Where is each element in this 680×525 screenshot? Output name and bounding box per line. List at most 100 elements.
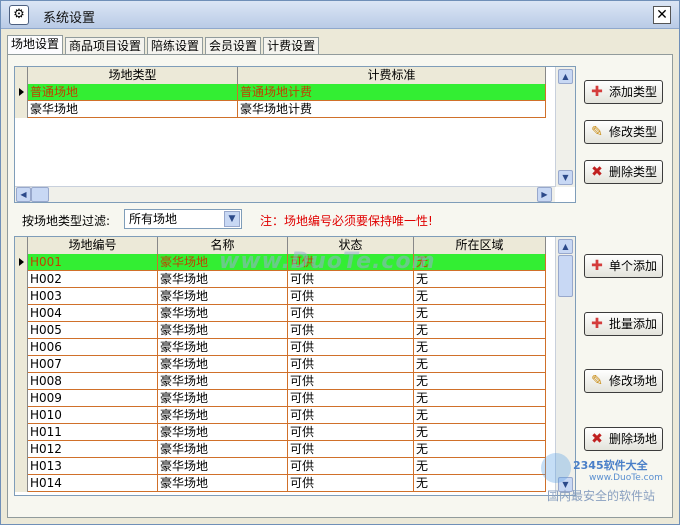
type-filter-select[interactable]: 所有场地 ▼ [124, 209, 242, 229]
venue-area-cell[interactable]: 无 [414, 356, 546, 373]
venue-id-cell[interactable]: H012 [28, 441, 158, 458]
venue-name-cell[interactable]: 豪华场地 [158, 390, 288, 407]
horizontal-scrollbar[interactable]: ◀ ▶ [15, 186, 555, 202]
venue-status-cell[interactable]: 可供 [288, 441, 414, 458]
tab-coach-settings[interactable]: 陪练设置 [147, 37, 204, 55]
venue-area-cell[interactable]: 无 [414, 373, 546, 390]
table-row[interactable]: H005 豪华场地 可供无 [15, 322, 546, 339]
tab-venue-settings[interactable]: 场地设置 [7, 35, 64, 55]
table-row[interactable]: 豪华场地 豪华场地计费 [15, 101, 546, 118]
scroll-up-icon[interactable]: ▲ [558, 69, 573, 84]
venue-area-cell[interactable]: 无 [414, 441, 546, 458]
venue-status-cell[interactable]: 可供 [288, 305, 414, 322]
venue-area-cell[interactable]: 无 [414, 322, 546, 339]
venue-name-cell[interactable]: 豪华场地 [158, 305, 288, 322]
table-row[interactable]: H004 豪华场地 可供无 [15, 305, 546, 322]
type-filter-label: 按场地类型过滤: [22, 214, 111, 228]
venue-id-cell[interactable]: H003 [28, 288, 158, 305]
table-row[interactable]: H011 豪华场地 可供无 [15, 424, 546, 441]
venue-status-cell[interactable]: 可供 [288, 339, 414, 356]
edit-venue-label: 修改场地 [609, 374, 658, 388]
venue-id-cell[interactable]: H009 [28, 390, 158, 407]
venue-area-cell[interactable]: 无 [414, 288, 546, 305]
edit-venue-button[interactable]: ✎ 修改场地 [584, 369, 663, 393]
venue-area-cell[interactable]: 无 [414, 407, 546, 424]
venue-name-cell[interactable]: 豪华场地 [158, 407, 288, 424]
venue-id-cell[interactable]: H001 [28, 254, 158, 271]
venue-type-grid[interactable]: 场地类型 计费标准 普通场地 普通场地计费 豪华场地 豪华场地计费 ▲ ▼ ◀ … [14, 66, 576, 203]
venue-id-cell[interactable]: H013 [28, 458, 158, 475]
billing-standard-cell[interactable]: 普通场地计费 [238, 84, 546, 101]
table-row[interactable]: H010 豪华场地 可供无 [15, 407, 546, 424]
venue-area-cell[interactable]: 无 [414, 475, 546, 492]
venue-area-cell[interactable]: 无 [414, 305, 546, 322]
vertical-scrollbar[interactable]: ▲ ▼ [555, 67, 575, 187]
billing-standard-cell[interactable]: 豪华场地计费 [238, 101, 546, 118]
table-row[interactable]: H007 豪华场地 可供无 [15, 356, 546, 373]
venue-status-cell[interactable]: 可供 [288, 424, 414, 441]
venue-type-cell[interactable]: 豪华场地 [28, 101, 238, 118]
venue-status-cell[interactable]: 可供 [288, 475, 414, 492]
header-venue-id: 场地编号 [28, 237, 158, 254]
chevron-down-icon[interactable]: ▼ [224, 211, 240, 227]
venue-status-cell[interactable]: 可供 [288, 288, 414, 305]
venue-status-cell[interactable]: 可供 [288, 356, 414, 373]
venue-name-cell[interactable]: 豪华场地 [158, 458, 288, 475]
scroll-up-icon[interactable]: ▲ [558, 239, 573, 254]
venue-id-cell[interactable]: H004 [28, 305, 158, 322]
venue-status-cell[interactable]: 可供 [288, 373, 414, 390]
venue-name-cell[interactable]: 豪华场地 [158, 441, 288, 458]
venue-name-cell[interactable]: 豪华场地 [158, 373, 288, 390]
venue-status-cell[interactable]: 可供 [288, 407, 414, 424]
batch-add-label: 批量添加 [609, 317, 658, 331]
venue-id-cell[interactable]: H005 [28, 322, 158, 339]
venue-id-cell[interactable]: H002 [28, 271, 158, 288]
delete-type-button[interactable]: ✖ 删除类型 [584, 160, 663, 184]
table-row[interactable]: H003 豪华场地 可供无 [15, 288, 546, 305]
venue-area-cell[interactable]: 无 [414, 424, 546, 441]
scroll-thumb[interactable] [31, 187, 49, 202]
table-row[interactable]: H014 豪华场地 可供无 [15, 475, 546, 492]
venue-id-cell[interactable]: H008 [28, 373, 158, 390]
scroll-right-icon[interactable]: ▶ [537, 187, 552, 202]
venue-id-cell[interactable]: H006 [28, 339, 158, 356]
venue-area-cell[interactable]: 无 [414, 339, 546, 356]
venue-id-cell[interactable]: H010 [28, 407, 158, 424]
table-row[interactable]: H013 豪华场地 可供无 [15, 458, 546, 475]
venue-id-cell[interactable]: H014 [28, 475, 158, 492]
venue-name-cell[interactable]: 豪华场地 [158, 356, 288, 373]
close-button[interactable]: ✕ [653, 6, 671, 24]
delete-venue-label: 删除场地 [609, 432, 658, 446]
venue-grid[interactable]: 场地编号 名称 状态 所在区域 H001 豪华场地 可供无 H002 豪华场地 可供无 H0… [14, 236, 576, 496]
venue-name-cell[interactable]: 豪华场地 [158, 288, 288, 305]
venue-area-cell[interactable]: 无 [414, 458, 546, 475]
scroll-left-icon[interactable]: ◀ [16, 187, 31, 202]
tab-product-settings[interactable]: 商品项目设置 [65, 37, 146, 55]
tab-member-settings[interactable]: 会员设置 [205, 37, 262, 55]
table-row[interactable]: 普通场地 普通场地计费 [15, 84, 546, 101]
edit-type-button[interactable]: ✎ 修改类型 [584, 120, 663, 144]
venue-type-cell[interactable]: 普通场地 [28, 84, 238, 101]
venue-status-cell[interactable]: 可供 [288, 390, 414, 407]
table-row[interactable]: H006 豪华场地 可供无 [15, 339, 546, 356]
scroll-down-icon[interactable]: ▼ [558, 170, 573, 185]
table-row[interactable]: H008 豪华场地 可供无 [15, 373, 546, 390]
tab-billing-settings[interactable]: 计费设置 [263, 37, 320, 55]
table-row[interactable]: H012 豪华场地 可供无 [15, 441, 546, 458]
add-type-button[interactable]: ✚ 添加类型 [584, 80, 663, 104]
venue-area-cell[interactable]: 无 [414, 390, 546, 407]
venue-name-cell[interactable]: 豪华场地 [158, 339, 288, 356]
venue-name-cell[interactable]: 豪华场地 [158, 475, 288, 492]
venue-name-cell[interactable]: 豪华场地 [158, 424, 288, 441]
table-row[interactable]: H009 豪华场地 可供无 [15, 390, 546, 407]
venue-id-cell[interactable]: H011 [28, 424, 158, 441]
venue-id-cell[interactable]: H007 [28, 356, 158, 373]
venue-name-cell[interactable]: 豪华场地 [158, 322, 288, 339]
add-single-button[interactable]: ✚ 单个添加 [584, 254, 663, 278]
batch-add-button[interactable]: ✚ 批量添加 [584, 312, 663, 336]
scroll-thumb[interactable] [558, 255, 573, 297]
venue-status-cell[interactable]: 可供 [288, 458, 414, 475]
delete-venue-button[interactable]: ✖ 删除场地 [584, 427, 663, 451]
venue-status-cell[interactable]: 可供 [288, 322, 414, 339]
row-selector [15, 254, 28, 271]
